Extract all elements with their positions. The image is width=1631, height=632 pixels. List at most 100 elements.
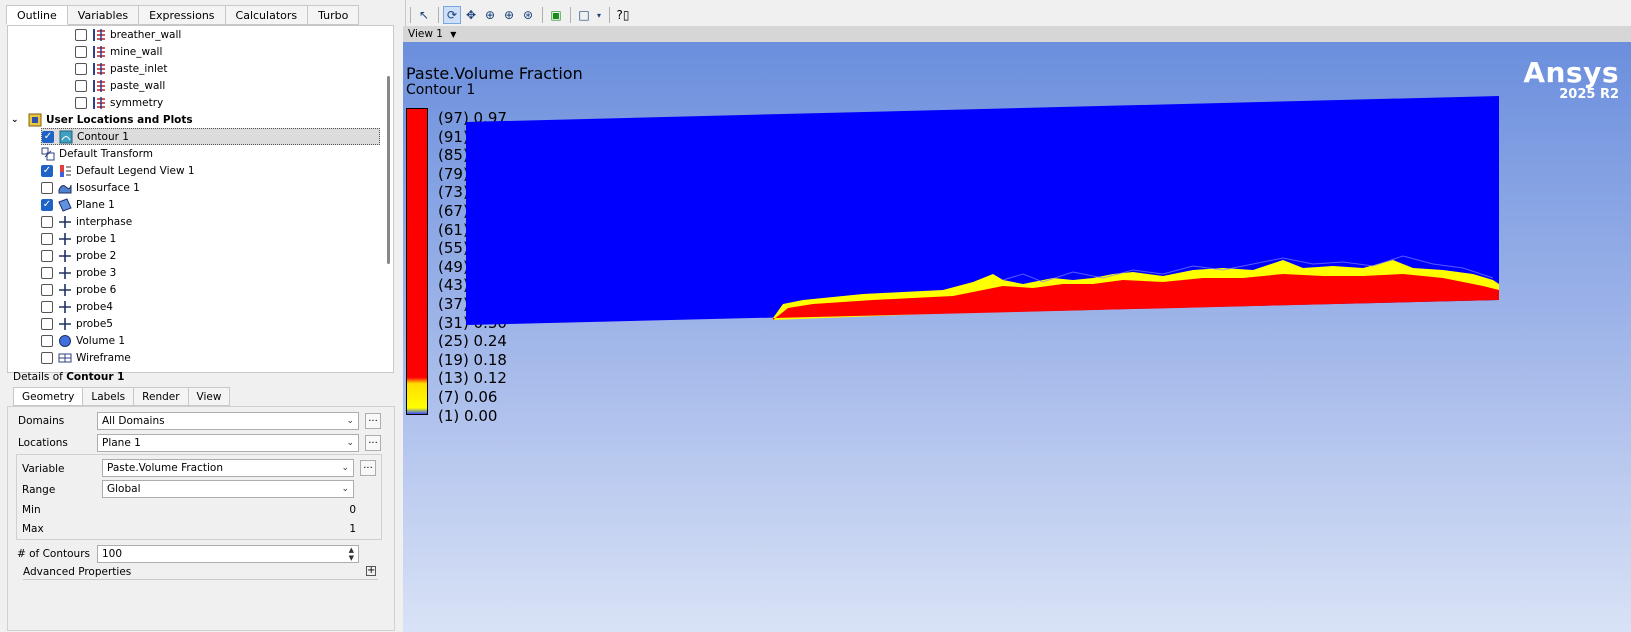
contours-spinbox[interactable]: 100 ▲ ▼ (97, 545, 359, 563)
tree-item-contour-1[interactable]: Contour 1 (41, 128, 380, 145)
checkbox[interactable] (75, 45, 87, 58)
zoom-box-icon[interactable]: ⊕ (500, 6, 518, 24)
checkbox[interactable] (41, 249, 53, 262)
zoom-fit-icon[interactable]: ⊛ (519, 6, 537, 24)
tab-expressions[interactable]: Expressions (139, 5, 226, 25)
tree-item-mine-wall[interactable]: mine_wall (75, 43, 162, 60)
ansys-logo: Ansys 2025 R2 (1523, 58, 1619, 102)
range-select[interactable]: Global ⌄ (102, 480, 354, 498)
select-pointer-icon[interactable]: ↖ (415, 6, 433, 24)
logo-text: Ansys (1523, 56, 1619, 89)
checkbox[interactable] (41, 283, 53, 296)
tree-item-volume-1[interactable]: Volume 1 (41, 332, 125, 349)
advanced-properties-row[interactable]: Advanced Properties + (23, 566, 378, 580)
tree-item-paste-wall[interactable]: paste_wall (75, 77, 165, 94)
toolbar-separator (542, 7, 543, 23)
tree-item-label: paste_inlet (110, 62, 168, 75)
min-label: Min (22, 504, 41, 516)
domains-label: Domains (18, 415, 65, 427)
outline-tree: breather_wall mine_wall paste_inlet past… (7, 25, 394, 373)
tree-item-default-transform[interactable]: Default Transform (41, 145, 153, 162)
checkbox[interactable] (41, 334, 53, 347)
tab-render[interactable]: Render (134, 387, 189, 406)
3d-viewport[interactable]: Paste.Volume Fraction Contour 1 (97) 0.9… (403, 42, 1631, 632)
tree-item-wireframe[interactable]: Wireframe (41, 349, 131, 366)
details-tabs: Geometry Labels Render View (13, 387, 231, 406)
checkbox[interactable] (75, 96, 87, 109)
tree-item-label: probe 6 (76, 283, 117, 296)
max-label: Max (22, 523, 44, 535)
checkbox[interactable] (41, 164, 53, 177)
toolbar-separator (438, 7, 439, 23)
tab-view[interactable]: View (188, 387, 231, 406)
tree-item-interphase[interactable]: interphase (41, 213, 132, 230)
tree-item-label: interphase (76, 215, 133, 228)
tree-item-symmetry[interactable]: symmetry (75, 94, 163, 111)
tree-item-probe5[interactable]: probe5 (41, 315, 113, 332)
pan-icon[interactable]: ✥ (462, 6, 480, 24)
view-selector[interactable]: View 1 ▼ (403, 26, 1631, 42)
boundary-icon (92, 79, 106, 93)
checkbox[interactable] (75, 62, 87, 75)
probe-icon (58, 283, 72, 297)
tree-item-probe4[interactable]: probe4 (41, 298, 113, 315)
checkbox[interactable] (42, 130, 54, 143)
toolbar-separator (609, 7, 610, 23)
tree-group-label: User Locations and Plots (46, 113, 193, 126)
tree-item-default-legend-view[interactable]: Default Legend View 1 (41, 162, 195, 179)
tree-item-probe-2[interactable]: probe 2 (41, 247, 116, 264)
locations-select[interactable]: Plane 1 ⌄ (97, 434, 359, 452)
tab-outline[interactable]: Outline (6, 5, 68, 25)
tree-group-user-locations[interactable]: ⌄ User Locations and Plots (11, 111, 193, 128)
boundary-icon (92, 45, 106, 59)
variable-select[interactable]: Paste.Volume Fraction ⌄ (102, 459, 354, 477)
fit-view-icon[interactable]: ▣ (547, 6, 565, 24)
rotate-icon[interactable]: ⟳ (443, 6, 461, 24)
tree-scrollbar[interactable] (387, 76, 390, 264)
expand-icon[interactable]: + (366, 566, 376, 576)
tree-item-breather-wall[interactable]: breather_wall (75, 26, 181, 43)
max-value: 1 (349, 523, 356, 535)
checkbox[interactable] (41, 300, 53, 313)
locations-more-button[interactable]: ... (365, 435, 381, 451)
min-value: 0 (349, 504, 356, 516)
checkbox[interactable] (41, 351, 53, 364)
variable-more-button[interactable]: ... (360, 460, 376, 476)
tree-item-label: Default Transform (59, 147, 153, 160)
zoom-icon[interactable]: ⊕ (481, 6, 499, 24)
volume-icon (58, 334, 72, 348)
checkbox[interactable] (41, 181, 53, 194)
chevron-down-icon[interactable]: ▾ (594, 6, 604, 24)
help-context-icon[interactable]: ?▯ (614, 6, 632, 24)
checkbox[interactable] (41, 232, 53, 245)
viewport-layout-icon[interactable]: □ (575, 6, 593, 24)
tab-labels[interactable]: Labels (83, 387, 135, 406)
tree-item-probe-3[interactable]: probe 3 (41, 264, 116, 281)
tree-item-paste-inlet[interactable]: paste_inlet (75, 60, 167, 77)
chevron-down-icon[interactable]: ⌄ (11, 115, 23, 125)
tab-calculators[interactable]: Calculators (225, 5, 309, 25)
tree-item-label: probe 3 (76, 266, 117, 279)
probe-icon (58, 266, 72, 280)
probe-icon (58, 317, 72, 331)
transform-icon (41, 147, 55, 161)
spinner-icon[interactable]: ▲ ▼ (349, 546, 354, 562)
tab-turbo[interactable]: Turbo (308, 5, 360, 25)
tab-geometry[interactable]: Geometry (13, 387, 84, 406)
checkbox[interactable] (41, 215, 53, 228)
tree-item-probe-1[interactable]: probe 1 (41, 230, 116, 247)
checkbox[interactable] (41, 198, 53, 211)
domains-more-button[interactable]: ... (365, 413, 381, 429)
checkbox[interactable] (75, 79, 87, 92)
checkbox[interactable] (41, 317, 53, 330)
probe-icon (58, 232, 72, 246)
tab-variables[interactable]: Variables (67, 5, 140, 25)
checkbox[interactable] (41, 266, 53, 279)
tree-item-label: probe 1 (76, 232, 117, 245)
tree-item-label: paste_wall (110, 79, 166, 92)
tree-item-isosurface-1[interactable]: Isosurface 1 (41, 179, 140, 196)
tree-item-probe-6[interactable]: probe 6 (41, 281, 116, 298)
domains-select[interactable]: All Domains ⌄ (97, 412, 359, 430)
checkbox[interactable] (75, 28, 87, 41)
tree-item-plane-1[interactable]: Plane 1 (41, 196, 115, 213)
